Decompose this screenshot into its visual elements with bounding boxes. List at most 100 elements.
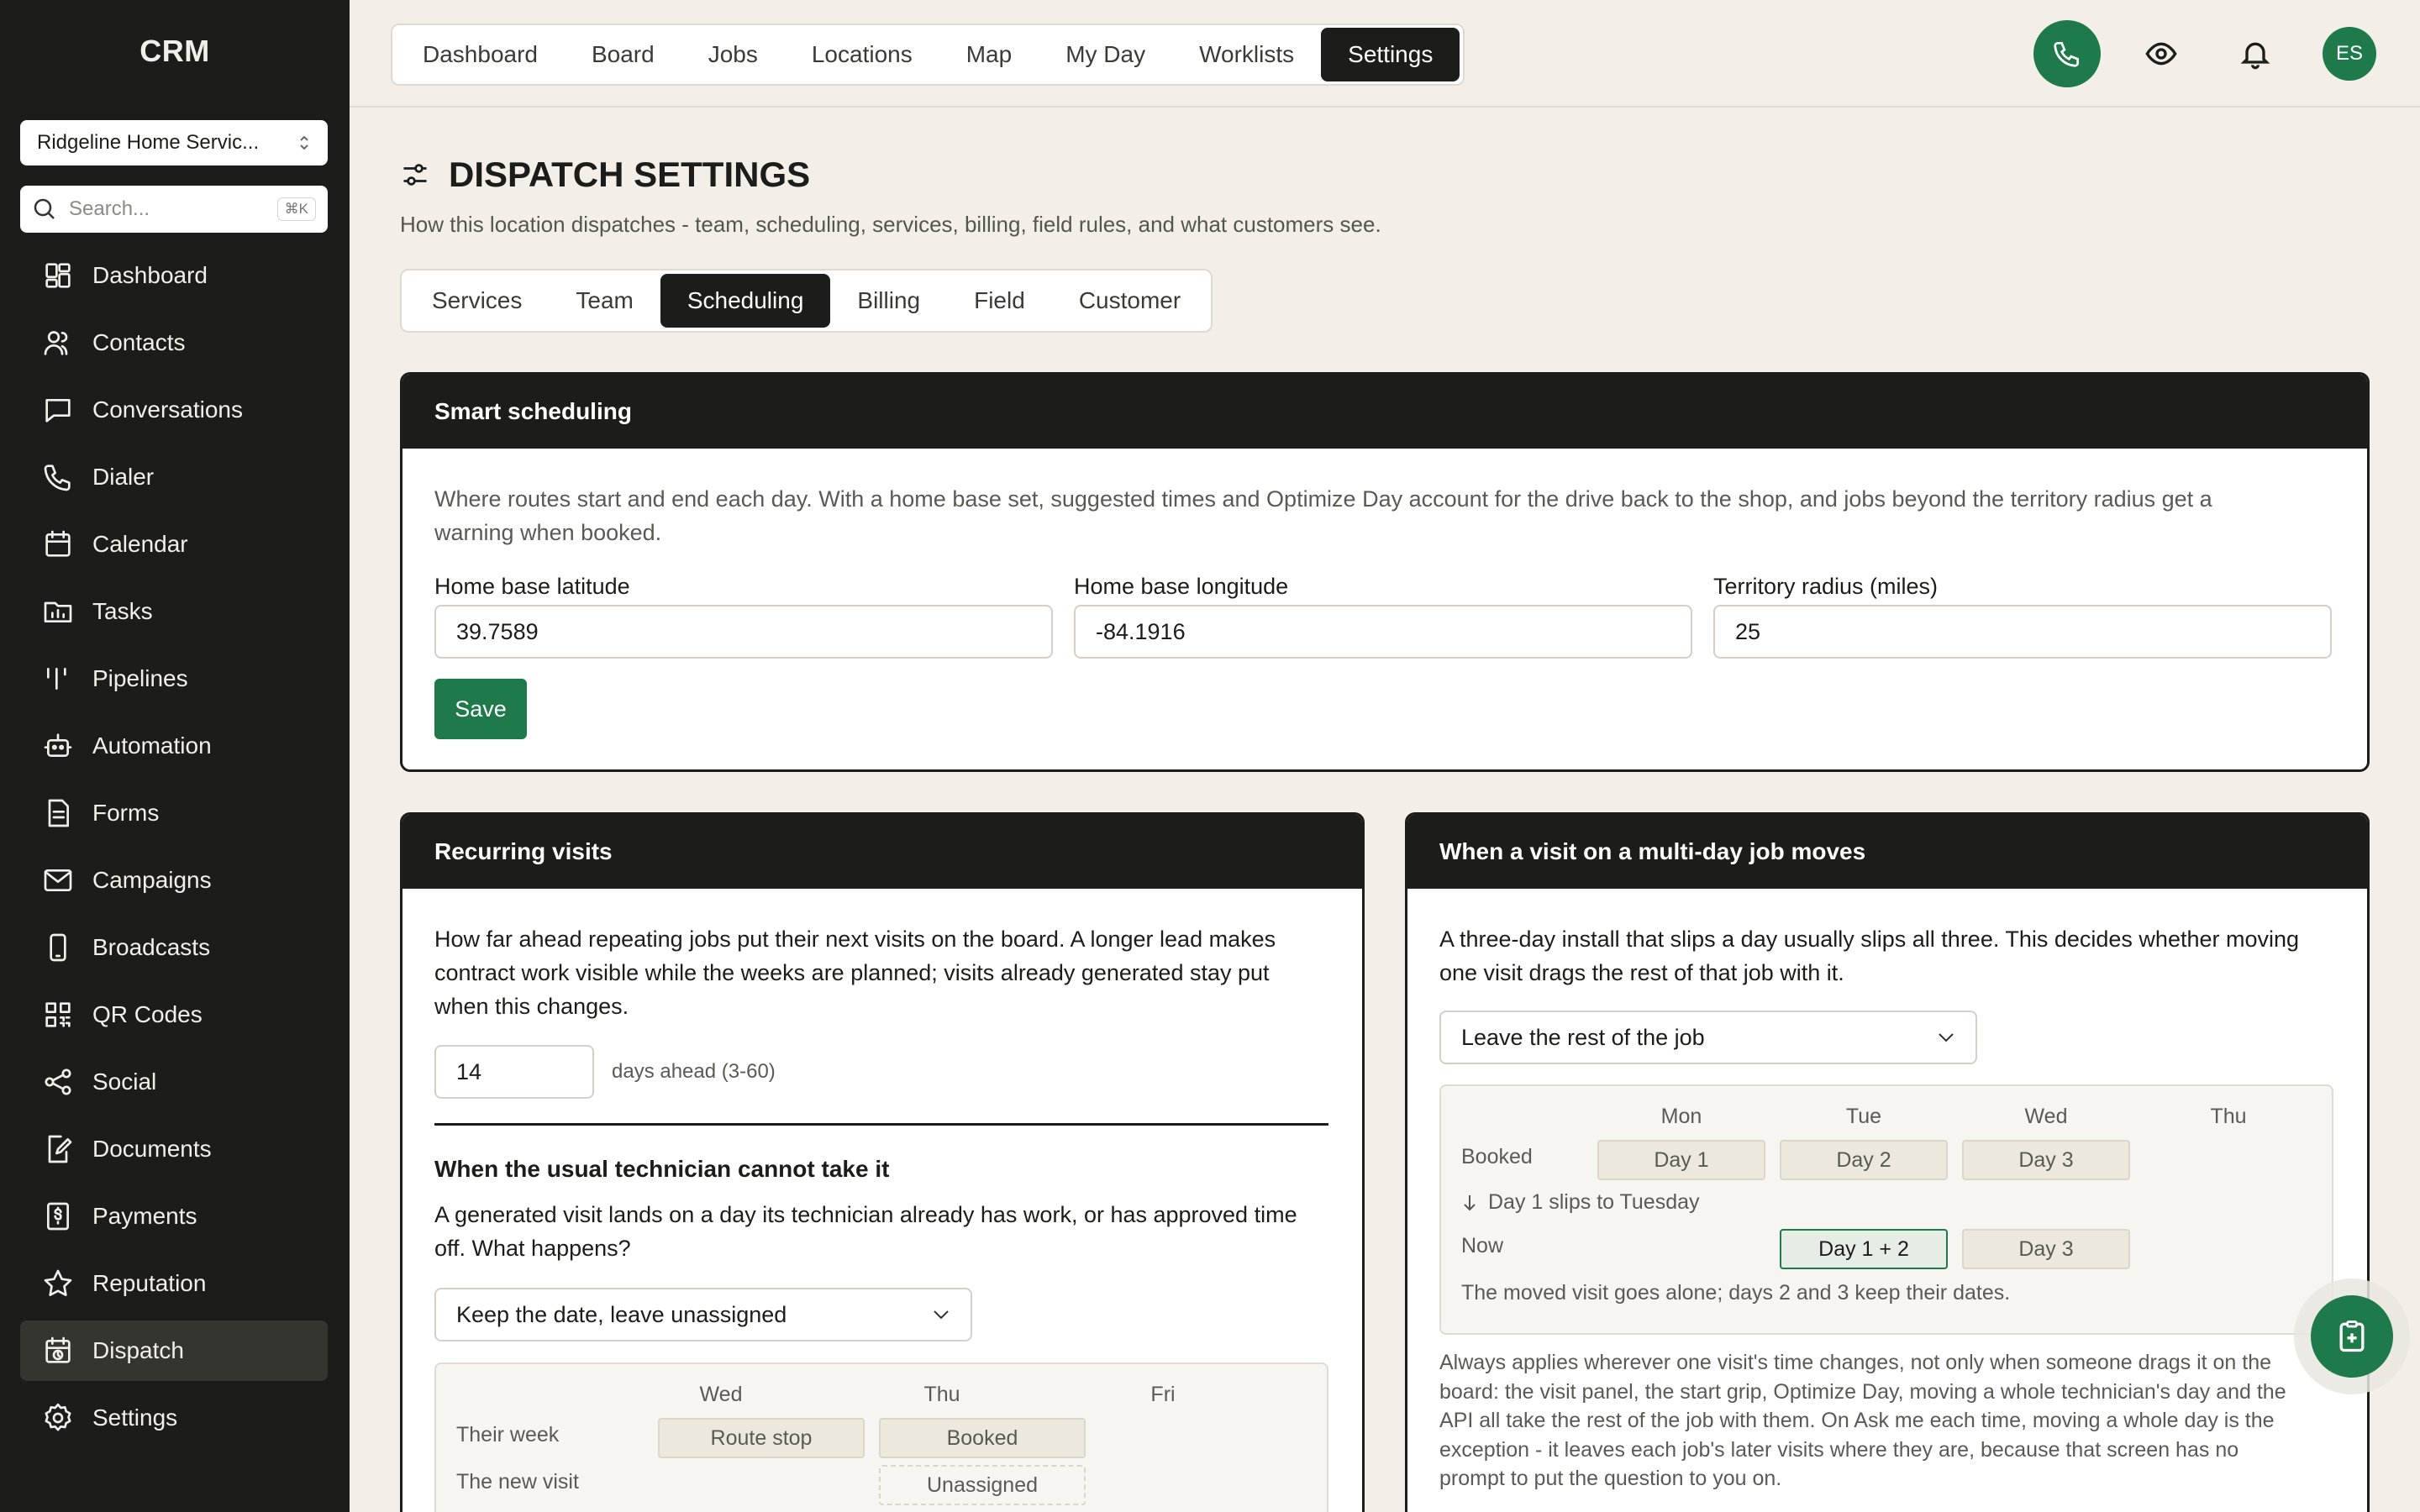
pipeline-icon xyxy=(40,661,76,696)
slip-note-text: Day 1 slips to Tuesday xyxy=(1488,1190,1700,1214)
slip-note: Day 1 slips to Tuesday xyxy=(1461,1190,1700,1215)
dollar-icon xyxy=(40,1199,76,1234)
arrow-down-icon xyxy=(1461,1193,1478,1213)
chevron-down-icon xyxy=(932,1309,950,1320)
calendar-clock-icon xyxy=(40,1333,76,1368)
desc-line: A three-day install that slips a day usu… xyxy=(1439,927,2300,952)
row-label: Booked xyxy=(1461,1145,1533,1168)
qr-icon xyxy=(40,997,76,1032)
sidebar-item-dashboard[interactable]: Dashboard xyxy=(20,245,328,306)
location-select[interactable]: Ridgeline Home Servic... xyxy=(20,120,328,165)
sidebar-item-calendar[interactable]: Calendar xyxy=(20,514,328,575)
fallback-select[interactable]: Keep the date, leave unassigned xyxy=(434,1288,972,1341)
desc-line: A generated visit lands on a day its tec… xyxy=(434,1202,1297,1227)
desc-line: Where routes start and end each day. Wit… xyxy=(434,486,2212,512)
sidebar-item-social[interactable]: Social xyxy=(20,1052,328,1112)
chevron-updown-icon xyxy=(297,134,311,152)
sidebar-item-payments[interactable]: Payments xyxy=(20,1186,328,1247)
grid-icon xyxy=(40,258,76,293)
tab-customer[interactable]: Customer xyxy=(1052,274,1207,328)
sidebar-item-reputation[interactable]: Reputation xyxy=(20,1253,328,1314)
sidebar-item-broadcasts[interactable]: Broadcasts xyxy=(20,917,328,978)
longitude-input[interactable]: -84.1916 xyxy=(1074,605,1692,659)
nav-tab-my-day[interactable]: My Day xyxy=(1039,28,1172,81)
multiday-card: When a visit on a multi-day job moves A … xyxy=(1405,812,2370,1512)
desc-line: one visit drags the rest of that job wit… xyxy=(1439,960,1844,985)
preview-chip: Day 3 xyxy=(1962,1140,2130,1180)
folder-icon xyxy=(40,594,76,629)
desc-line: warning when booked. xyxy=(434,520,662,545)
search-icon xyxy=(32,197,57,222)
multiday-select-value: Leave the rest of the job xyxy=(1461,1024,1705,1050)
multiday-select[interactable]: Leave the rest of the job xyxy=(1439,1011,1977,1064)
document-icon xyxy=(40,795,76,831)
sidebar-item-contacts[interactable]: Contacts xyxy=(20,312,328,373)
save-button[interactable]: Save xyxy=(434,679,527,739)
preview-chip: Day 2 xyxy=(1780,1140,1948,1180)
sidebar-search[interactable]: Search... ⌘K xyxy=(20,186,328,233)
sidebar-item-conversations[interactable]: Conversations xyxy=(20,380,328,440)
days-ahead-input[interactable]: 14 xyxy=(434,1045,594,1099)
sidebar-item-tasks[interactable]: Tasks xyxy=(20,581,328,642)
day-header: Wed xyxy=(2024,1105,2068,1128)
star-icon xyxy=(40,1266,76,1301)
fallback-select-value: Keep the date, leave unassigned xyxy=(456,1301,787,1327)
tab-team[interactable]: Team xyxy=(549,274,660,328)
sidebar-item-dialer[interactable]: Dialer xyxy=(20,447,328,507)
tab-billing[interactable]: Billing xyxy=(830,274,947,328)
nav-tab-dashboard[interactable]: Dashboard xyxy=(396,28,565,81)
avatar[interactable]: ES xyxy=(2323,27,2376,81)
nav-tab-jobs[interactable]: Jobs xyxy=(681,28,785,81)
fallback-heading: When the usual technician cannot take it xyxy=(434,1156,890,1182)
latitude-input[interactable]: 39.7589 xyxy=(434,605,1053,659)
sidebar-item-settings[interactable]: Settings xyxy=(20,1388,328,1448)
tab-scheduling[interactable]: Scheduling xyxy=(660,274,831,328)
chevron-down-icon xyxy=(1937,1032,1955,1043)
radius-input[interactable]: 25 xyxy=(1713,605,2332,659)
note-line: board: the visit panel, the start grip, … xyxy=(1439,1379,2286,1404)
day-header: Wed xyxy=(699,1383,743,1406)
robot-icon xyxy=(40,728,76,764)
card-title: When a visit on a multi-day job moves xyxy=(1407,815,2367,889)
row-label: Their week xyxy=(456,1423,560,1446)
tab-services[interactable]: Services xyxy=(405,274,549,328)
call-button[interactable] xyxy=(2033,20,2101,87)
nav-tab-map[interactable]: Map xyxy=(939,28,1039,81)
note-line: Always applies wherever one visit's time… xyxy=(1439,1351,2272,1374)
sidebar-item-pipelines[interactable]: Pipelines xyxy=(20,648,328,709)
preview-result: The moved visit goes alone; days 2 and 3… xyxy=(1461,1281,2011,1305)
users-icon xyxy=(40,325,76,360)
nav-tab-worklists[interactable]: Worklists xyxy=(1172,28,1321,81)
top-nav: Dashboard Board Jobs Locations Map My Day Work… xyxy=(391,24,1465,86)
preview-button[interactable] xyxy=(2128,20,2195,87)
sidebar-item-dispatch[interactable]: Dispatch xyxy=(20,1320,328,1381)
day-header: Fri xyxy=(1150,1383,1176,1406)
edit-document-icon xyxy=(40,1131,76,1167)
sidebar-item-label: Reputation xyxy=(92,1270,207,1296)
note-line: API all take the rest of the job with th… xyxy=(1439,1409,2275,1432)
desc-line: contract work visible while the weeks ar… xyxy=(434,960,1270,985)
nav-tab-settings[interactable]: Settings xyxy=(1321,28,1460,81)
preview-chip: Booked xyxy=(879,1418,1086,1458)
sidebar-item-qr-codes[interactable]: QR Codes xyxy=(20,984,328,1045)
nav-tab-locations[interactable]: Locations xyxy=(785,28,939,81)
gear-icon xyxy=(40,1400,76,1436)
sidebar-item-automation[interactable]: Automation xyxy=(20,716,328,776)
clipboard-fab[interactable] xyxy=(2311,1295,2393,1378)
sidebar-item-documents[interactable]: Documents xyxy=(20,1119,328,1179)
sidebar-item-label: Dialer xyxy=(92,464,155,490)
tab-field[interactable]: Field xyxy=(947,274,1052,328)
app-logo: CRM xyxy=(139,34,210,68)
preview-chip: Route stop xyxy=(658,1418,865,1458)
preview-chip: Day 1 + 2 xyxy=(1780,1229,1948,1269)
sidebar-item-forms[interactable]: Forms xyxy=(20,783,328,843)
sidebar-item-label: Automation xyxy=(92,732,212,759)
sidebar-item-label: Tasks xyxy=(92,598,153,624)
day-header: Tue xyxy=(1845,1105,1882,1128)
phone-icon xyxy=(2051,38,2083,70)
calendar-icon xyxy=(40,527,76,562)
notifications-button[interactable] xyxy=(2222,20,2289,87)
nav-tab-board[interactable]: Board xyxy=(565,28,681,81)
fallback-description: A generated visit lands on a day its tec… xyxy=(434,1198,1342,1265)
sidebar-item-campaigns[interactable]: Campaigns xyxy=(20,850,328,911)
